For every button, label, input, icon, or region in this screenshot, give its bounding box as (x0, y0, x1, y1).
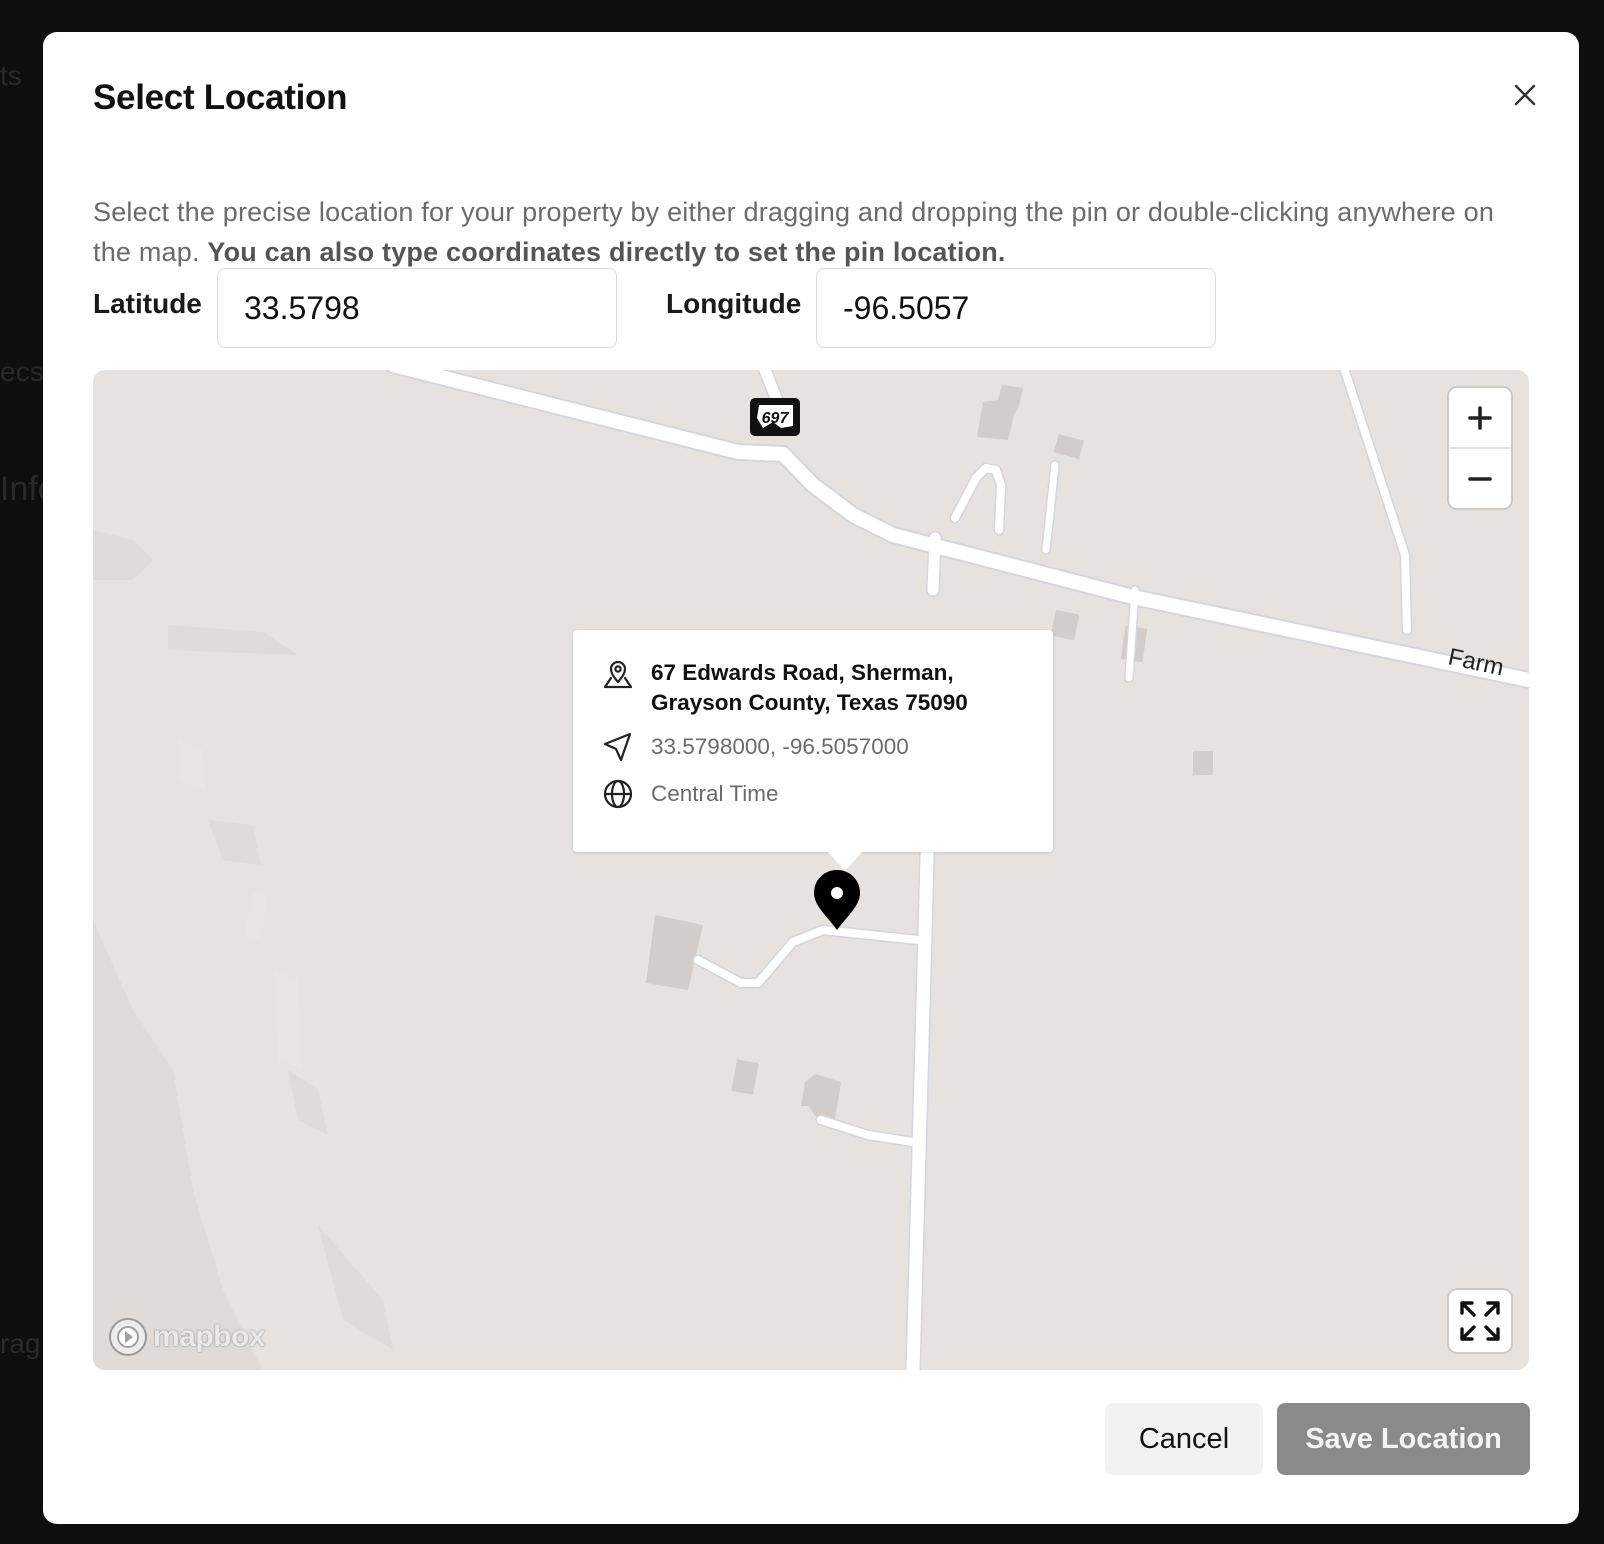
navigation-arrow-icon (603, 732, 632, 762)
background-page-fragment: ts (0, 60, 22, 91)
plus-icon (1468, 405, 1492, 430)
popup-timezone: Central Time (651, 781, 779, 806)
popup-coordinates: 33.5798000, -96.5057000 (651, 734, 909, 759)
map-pin-person-icon (603, 660, 633, 689)
longitude-label: Longitude (666, 288, 802, 319)
popup-coordinates-row: 33.5798000, -96.5057000 (601, 730, 909, 764)
fullscreen-button[interactable] (1449, 1290, 1511, 1352)
zoom-out-button[interactable] (1449, 449, 1511, 508)
terrain-shading (93, 530, 393, 1370)
save-location-button[interactable]: Save Location (1277, 1403, 1530, 1475)
cancel-button[interactable]: Cancel (1105, 1403, 1263, 1475)
dialog-description: Select the precise location for your pro… (93, 192, 1513, 272)
popup-address: 67 Edwards Road, Sherman, Grayson County… (651, 660, 968, 715)
zoom-in-button[interactable] (1449, 388, 1511, 447)
zoom-control (1449, 388, 1511, 508)
roads (388, 370, 1529, 1370)
select-location-dialog: Select Location Select the precise locat… (43, 32, 1579, 1524)
globe-icon (603, 779, 633, 809)
close-button[interactable] (1508, 78, 1542, 112)
popup-timezone-row: Central Time (601, 777, 779, 811)
mapbox-logo-icon (109, 1318, 147, 1356)
popup-address-row: 67 Edwards Road, Sherman, Grayson County… (601, 658, 1011, 718)
highway-shield: 697 (750, 398, 800, 436)
mapbox-wordmark: mapbox (153, 1320, 266, 1353)
farm-road-label: Farm (1446, 643, 1506, 681)
location-popup: 67 Edwards Road, Sherman, Grayson County… (573, 630, 1053, 852)
longitude-input[interactable] (816, 268, 1216, 348)
minus-icon (1468, 476, 1492, 481)
road-casings (385, 370, 1529, 1370)
latitude-input[interactable] (217, 268, 617, 348)
highway-shield-label: 697 (762, 410, 790, 427)
mapbox-attribution[interactable]: mapbox (107, 1316, 266, 1358)
terrain-highlight (177, 740, 303, 1070)
background-page-fragment: rag (0, 1328, 41, 1359)
close-icon (1514, 84, 1536, 106)
dialog-title: Select Location (93, 78, 348, 117)
expand-icon (1460, 1301, 1500, 1341)
description-hint: You can also type coordinates directly t… (207, 237, 1006, 267)
latitude-label: Latitude (93, 288, 202, 319)
map-canvas[interactable]: 697 Farm Ed (93, 370, 1529, 1370)
location-pin-icon[interactable] (811, 868, 863, 932)
